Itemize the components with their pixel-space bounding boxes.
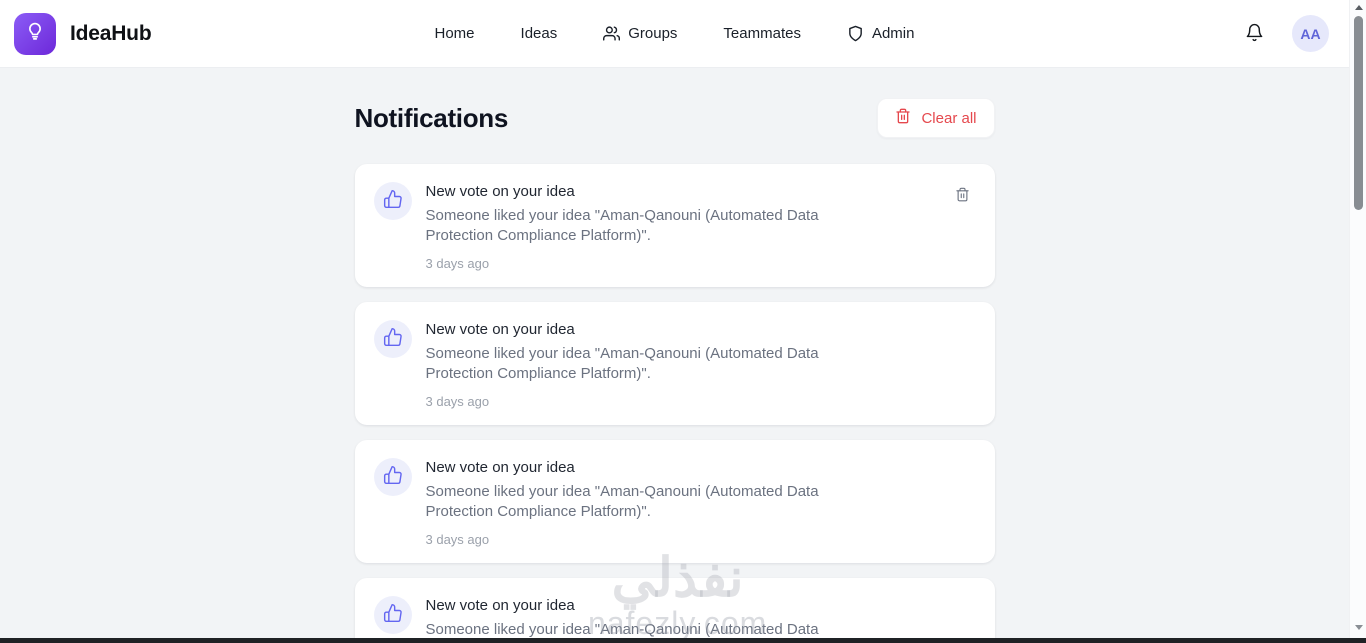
shield-icon [847,25,864,42]
notification-card[interactable]: New vote on your idea Someone liked your… [355,578,995,643]
navbar-actions: AA [1243,15,1329,52]
notification-message: Someone liked your idea "Aman-Qanouni (A… [426,206,876,246]
notification-card[interactable]: New vote on your idea Someone liked your… [355,302,995,425]
nav-item-label: Admin [872,25,915,42]
nav-item-home[interactable]: Home [435,25,475,42]
thumbs-up-icon [383,327,403,352]
notification-message: Someone liked your idea "Aman-Qanouni (A… [426,482,876,522]
notification-time: 3 days ago [426,394,975,409]
notification-card[interactable]: New vote on your idea Someone liked your… [355,164,995,287]
nav-item-label: Home [435,25,475,42]
notification-title: New vote on your idea [426,183,975,200]
nav-item-teammates[interactable]: Teammates [723,25,801,42]
top-navbar: IdeaHub Home Ideas Groups Teammates [0,0,1349,68]
user-avatar[interactable]: AA [1292,15,1329,52]
notification-message: Someone liked your idea "Aman-Qanouni (A… [426,344,876,384]
scroll-down-arrow[interactable] [1350,620,1366,635]
vertical-scrollbar[interactable] [1349,0,1366,643]
nav-item-label: Groups [628,25,677,42]
nav-item-ideas[interactable]: Ideas [521,25,558,42]
clear-all-button[interactable]: Clear all [877,98,994,138]
page-title: Notifications [355,103,509,134]
notification-time: 3 days ago [426,532,975,547]
notification-title: New vote on your idea [426,597,975,614]
nav-item-label: Ideas [521,25,558,42]
page-header: Notifications Clear all [355,98,995,138]
thumbs-up-icon [383,189,403,214]
trash-icon [955,187,970,205]
nav-item-label: Teammates [723,25,801,42]
notification-avatar [374,458,412,496]
notification-card[interactable]: New vote on your idea Someone liked your… [355,440,995,563]
main-content: Notifications Clear all [0,68,1349,643]
clear-all-label: Clear all [921,110,976,127]
notification-title: New vote on your idea [426,321,975,338]
nav-item-admin[interactable]: Admin [847,25,915,42]
notification-avatar [374,596,412,634]
brand[interactable]: IdeaHub [14,13,151,55]
notification-avatar [374,320,412,358]
lightbulb-icon [24,20,46,47]
notification-list: New vote on your idea Someone liked your… [355,164,995,643]
main-nav: Home Ideas Groups Teammates [435,25,915,42]
app-title: IdeaHub [70,22,151,46]
bell-icon [1245,23,1264,45]
notification-time: 3 days ago [426,256,975,271]
notifications-bell-button[interactable] [1243,21,1266,47]
thumbs-up-icon [383,603,403,628]
scroll-up-arrow[interactable] [1350,0,1366,15]
delete-notification-button[interactable] [955,187,970,205]
trash-icon [895,108,911,128]
notification-avatar [374,182,412,220]
avatar-initials: AA [1300,26,1320,42]
notification-title: New vote on your idea [426,459,975,476]
nav-item-groups[interactable]: Groups [603,25,677,42]
people-icon [603,25,620,42]
thumbs-up-icon [383,465,403,490]
app-logo[interactable] [14,13,56,55]
window-bottom-edge [0,638,1366,643]
scrollbar-thumb[interactable] [1354,16,1363,210]
